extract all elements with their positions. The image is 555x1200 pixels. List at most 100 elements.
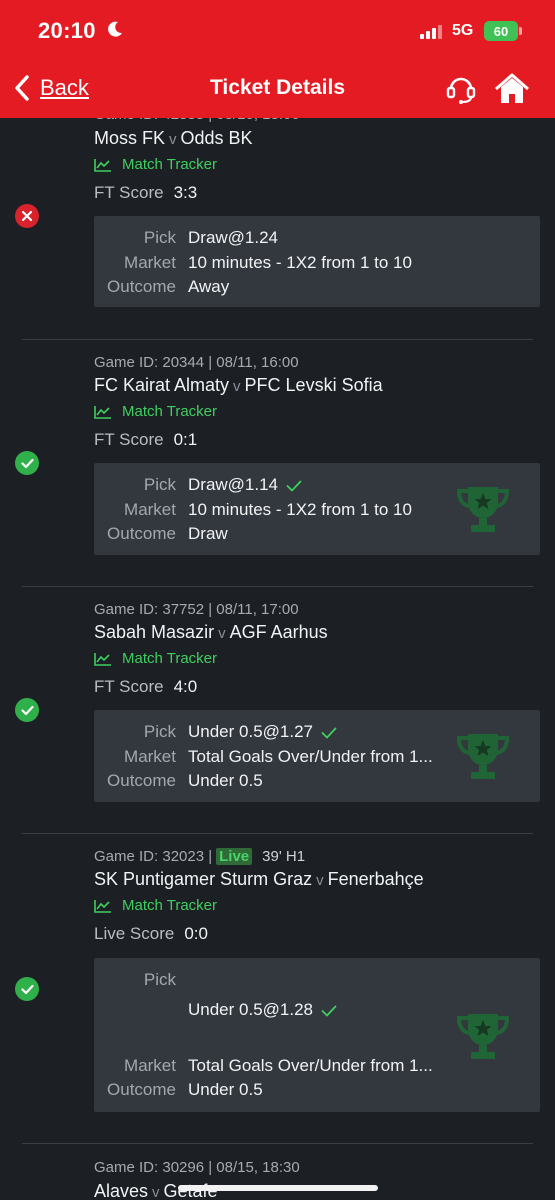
score-value: 0:1 xyxy=(173,430,198,449)
trophy-icon xyxy=(456,734,510,779)
live-match-time: 39' H1 xyxy=(262,848,306,865)
check-icon xyxy=(321,1005,337,1016)
status-won-badge xyxy=(15,698,39,722)
match-teams: FC Kairat Almaty v PFC Levski Sofia xyxy=(94,375,383,396)
match-tracker-link[interactable]: Match Tracker xyxy=(94,897,217,914)
match-tracker-link[interactable]: Match Tracker xyxy=(94,650,217,667)
pick-value-text: Under 0.5@1.28 xyxy=(188,1000,314,1019)
away-team: AGF Aarhus xyxy=(229,622,328,642)
home-team: Sabah Masazir xyxy=(94,622,215,642)
chart-line-icon xyxy=(94,899,111,913)
cross-icon xyxy=(21,210,33,222)
pick-label: Pick xyxy=(143,475,176,494)
moon-icon xyxy=(108,21,122,37)
market-value: Total Goals Over/Under from 1... xyxy=(188,1056,433,1075)
outcome-label: Outcome xyxy=(107,277,176,296)
selection-details: Pick Draw@1.24 Market 10 minutes - 1X2 f… xyxy=(94,216,540,307)
battery-icon: 60 xyxy=(484,21,518,41)
check-icon xyxy=(20,984,34,994)
pick-label: Pick xyxy=(143,722,176,741)
check-icon xyxy=(286,480,302,491)
divider xyxy=(22,339,533,340)
versus-label: v xyxy=(152,1184,160,1200)
pick-label: Pick xyxy=(143,970,176,989)
status-won-badge xyxy=(15,451,39,475)
market-value: 10 minutes - 1X2 from 1 to 10 xyxy=(188,253,412,272)
home-team: SK Puntigamer Sturm Graz xyxy=(94,869,313,889)
match-tracker-label: Match Tracker xyxy=(122,156,218,173)
score-value: 4:0 xyxy=(173,677,198,696)
match-tracker-label: Match Tracker xyxy=(122,897,218,914)
away-team: Odds BK xyxy=(180,128,253,148)
outcome-label: Outcome xyxy=(107,1080,176,1099)
trophy-icon xyxy=(456,1014,510,1059)
selection-details: Pick Draw@1.14 Market 10 minutes - 1X2 f… xyxy=(94,463,540,555)
market-value: 10 minutes - 1X2 from 1 to 10 xyxy=(188,500,412,519)
pick-label: Pick xyxy=(143,228,176,247)
versus-label: v xyxy=(218,625,226,642)
market-label: Market xyxy=(124,500,176,519)
game-id-line: Game ID: 30296 | 08/15, 18:30 xyxy=(94,1159,300,1176)
match-tracker-label: Match Tracker xyxy=(122,650,218,667)
score-row: Live Score 0:0 xyxy=(94,924,208,944)
selection-details: Pick Under 0.5@1.28 Market Total Goals O… xyxy=(94,958,540,1112)
status-won-badge xyxy=(15,977,39,1001)
check-icon xyxy=(20,705,34,715)
match-teams: SK Puntigamer Sturm Graz v Fenerbahçe xyxy=(94,869,424,890)
versus-label: v xyxy=(169,131,177,148)
outcome-label: Outcome xyxy=(107,524,176,543)
chart-line-icon xyxy=(94,652,111,666)
pick-value: Under 0.5@1.27 xyxy=(188,722,337,742)
outcome-value: Away xyxy=(188,277,230,296)
versus-label: v xyxy=(316,872,324,889)
score-label: Live Score xyxy=(94,924,175,943)
pick-value: Draw@1.14 xyxy=(188,475,302,495)
market-label: Market xyxy=(124,253,176,272)
divider xyxy=(22,586,533,587)
score-value: 0:0 xyxy=(184,924,208,943)
score-label: FT Score xyxy=(94,183,164,202)
battery-level: 60 xyxy=(493,23,509,39)
match-teams: Sabah Masazir v AGF Aarhus xyxy=(94,622,328,643)
match-tracker-link[interactable]: Match Tracker xyxy=(94,156,217,173)
home-team: FC Kairat Almaty xyxy=(94,375,230,395)
game-id-line: Game ID: 32023 | Live 39' H1 xyxy=(94,848,305,865)
home-team: Moss FK xyxy=(94,128,166,148)
score-row: FT Score 0:1 xyxy=(94,430,197,450)
battery-tip xyxy=(519,27,522,35)
game-id-text: Game ID: 32023 | xyxy=(94,848,213,865)
status-lost-badge xyxy=(15,204,39,228)
outcome-value: Draw xyxy=(188,524,228,543)
match-teams: Moss FK v Odds BK xyxy=(94,128,253,149)
market-label: Market xyxy=(124,747,176,766)
status-time: 20:10 xyxy=(38,18,96,43)
network-type: 5G xyxy=(452,22,474,39)
pick-value: Draw@1.24 xyxy=(188,228,279,247)
market-value: Total Goals Over/Under from 1... xyxy=(188,747,433,766)
check-icon xyxy=(321,727,337,738)
match-tracker-link[interactable]: Match Tracker xyxy=(94,403,217,420)
score-label: FT Score xyxy=(94,430,164,449)
home-icon[interactable] xyxy=(494,72,530,106)
home-team: Alaves xyxy=(94,1181,149,1200)
pick-value-text: Under 0.5@1.27 xyxy=(188,722,314,741)
support-headset-icon[interactable] xyxy=(444,72,478,106)
trophy-icon xyxy=(456,487,510,532)
market-label: Market xyxy=(124,1056,176,1075)
away-team: Fenerbahçe xyxy=(327,869,424,889)
outcome-value: Under 0.5 xyxy=(188,1080,263,1099)
divider xyxy=(22,1143,533,1144)
outcome-value: Under 0.5 xyxy=(188,771,263,790)
score-row: FT Score 4:0 xyxy=(94,677,197,697)
score-label: FT Score xyxy=(94,677,164,696)
chart-line-icon xyxy=(94,158,111,172)
away-team: PFC Levski Sofia xyxy=(244,375,383,395)
game-id-line: Game ID: 37752 | 08/11, 17:00 xyxy=(94,601,299,618)
outcome-label: Outcome xyxy=(107,771,176,790)
divider xyxy=(22,833,533,834)
chart-line-icon xyxy=(94,405,111,419)
signal-icon xyxy=(420,25,442,39)
live-badge: Live xyxy=(216,848,253,865)
score-value: 3:3 xyxy=(173,183,198,202)
game-id-line: Game ID: 20344 | 08/11, 16:00 xyxy=(94,354,299,371)
